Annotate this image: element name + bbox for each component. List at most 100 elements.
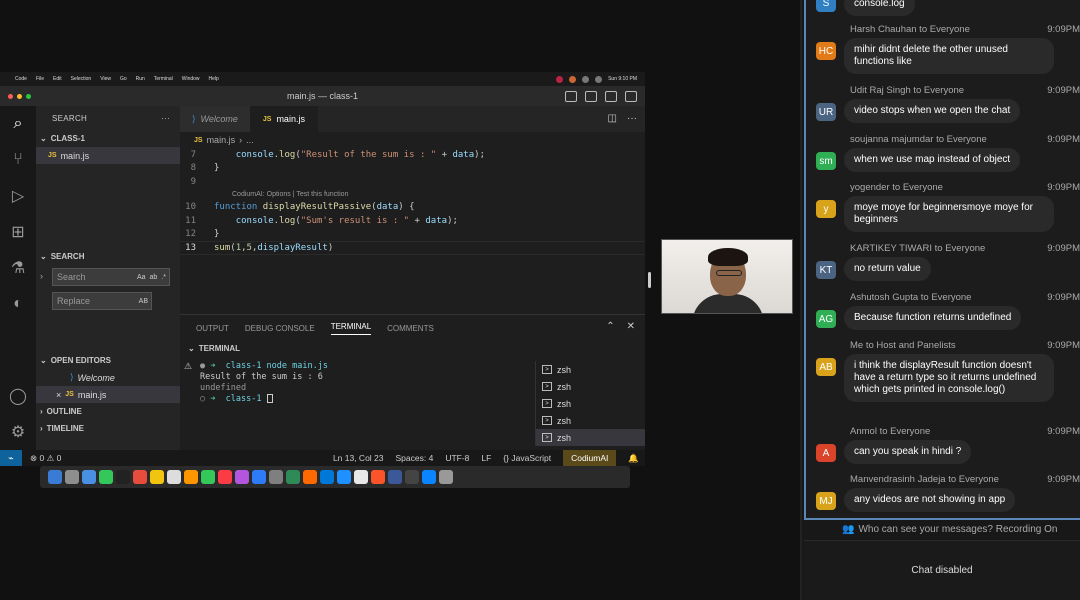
tab-terminal[interactable]: TERMINAL	[330, 322, 372, 335]
breadcrumb-file[interactable]: main.js	[207, 135, 236, 145]
message-bubble[interactable]: video stops when we open the chat	[844, 99, 1021, 123]
appstore-icon[interactable]	[252, 470, 266, 484]
menu-go[interactable]: Go	[120, 76, 127, 82]
chat-messages[interactable]: Sconsole.log HC Harsh Chauhan to Everyone 9…	[804, 0, 1080, 520]
message-bubble[interactable]: moye moye for beginnersmoye moye for beg…	[844, 196, 1054, 232]
safari-icon[interactable]	[82, 470, 96, 484]
facetime-icon[interactable]	[201, 470, 215, 484]
cursor-position[interactable]: Ln 13, Col 23	[333, 453, 384, 463]
message-bubble[interactable]: no return value	[844, 257, 931, 281]
open-editors-section[interactable]: ⌄ OPEN EDITORS	[36, 352, 180, 369]
menu-help[interactable]: Help	[209, 76, 219, 82]
source-control-icon[interactable]: ⑂	[0, 142, 36, 178]
terminal-instance-active[interactable]: > zsh	[536, 429, 645, 446]
outline-section[interactable]: › OUTLINE	[36, 403, 180, 420]
message-bubble[interactable]: console.log	[844, 0, 915, 16]
notifications-bell-icon[interactable]: 🔔	[628, 453, 639, 464]
terminal-instance[interactable]: > zsh	[536, 395, 645, 412]
customize-layout-icon[interactable]	[625, 90, 637, 102]
message-bubble[interactable]: mihir didnt delete the other unused func…	[844, 38, 1054, 74]
launchpad-icon[interactable]	[65, 470, 79, 484]
menu-view[interactable]: View	[100, 76, 111, 82]
search-icon[interactable]: ⌕	[0, 106, 36, 142]
terminal-instance[interactable]: > zsh	[536, 378, 645, 395]
terminal-instance[interactable]: > zsh	[536, 361, 645, 378]
settings-gear-icon[interactable]: ⚙	[0, 414, 36, 450]
close-panel-icon[interactable]: ✕	[627, 321, 635, 332]
app-icon[interactable]	[388, 470, 402, 484]
code-editor[interactable]: 7 console.log("Result of the sum is : " …	[180, 148, 645, 255]
menu-run[interactable]: Run	[136, 76, 145, 82]
terminal-output[interactable]: ● ➜ class-1 node main.js Result of the s…	[200, 361, 530, 405]
remote-icon[interactable]: ⌁	[0, 450, 22, 466]
tab-main-js[interactable]: JS main.js	[250, 106, 318, 132]
menu-code[interactable]: Code	[15, 76, 27, 82]
zoom-icon[interactable]	[337, 470, 351, 484]
replace-input[interactable]: Replace AB	[52, 292, 152, 310]
tab-welcome[interactable]: ⟩ Welcome	[180, 106, 251, 132]
split-editor-icon[interactable]: ◫	[608, 113, 617, 124]
timeline-section[interactable]: › TIMELINE	[36, 420, 180, 437]
menu-edit[interactable]: Edit	[53, 76, 62, 82]
close-icon[interactable]: ×	[56, 390, 61, 400]
chat-visibility-info[interactable]: 👥 Who can see your messages? Recording O…	[802, 520, 1080, 538]
codiumai-icon[interactable]: ◐	[0, 286, 36, 322]
finder-icon[interactable]	[48, 470, 62, 484]
menubar-clock[interactable]: Sun 9:10 PM	[608, 76, 637, 83]
run-debug-icon[interactable]: ▷	[0, 178, 36, 214]
folder-class-1[interactable]: ⌄ CLASS-1	[36, 130, 180, 147]
open-editor-welcome[interactable]: ⟩ Welcome	[36, 369, 180, 386]
match-whole-word-toggle[interactable]: ab	[150, 274, 158, 281]
toggle-secondary-sidebar-icon[interactable]	[605, 90, 617, 102]
search-section[interactable]: ⌄ SEARCH	[36, 248, 180, 265]
settings-icon[interactable]	[269, 470, 283, 484]
codiumai-codelens[interactable]: CodiumAI: Options | Test this function	[180, 189, 645, 201]
file-main-js[interactable]: JS main.js	[36, 147, 180, 164]
menu-selection[interactable]: Selection	[71, 76, 92, 82]
search-icon[interactable]	[595, 75, 603, 83]
notes-icon[interactable]	[150, 470, 164, 484]
trash-icon[interactable]	[439, 470, 453, 484]
toggle-panel-icon[interactable]	[585, 90, 597, 102]
podcasts-icon[interactable]	[235, 470, 249, 484]
tab-debug-console[interactable]: DEBUG CONSOLE	[245, 324, 315, 333]
status-icon[interactable]	[556, 75, 564, 83]
message-bubble[interactable]: can you speak in hindi ?	[844, 440, 972, 464]
codiumai-status[interactable]: CodiumAI	[563, 450, 617, 466]
vscode-app-icon[interactable]	[422, 470, 436, 484]
preserve-case-toggle[interactable]: AB	[139, 298, 148, 305]
more-actions-icon[interactable]: ···	[161, 114, 170, 123]
message-bubble[interactable]: Because function returns undefined	[844, 306, 1022, 330]
account-icon[interactable]: ◯	[0, 378, 36, 414]
toggle-sidebar-icon[interactable]	[565, 90, 577, 102]
breadcrumb-symbol[interactable]: ...	[246, 135, 254, 145]
menu-window[interactable]: Window	[182, 76, 200, 82]
eol-status[interactable]: LF	[481, 453, 491, 463]
brave-icon[interactable]	[371, 470, 385, 484]
message-bubble[interactable]: when we use map instead of object	[844, 148, 1021, 172]
numbers-icon[interactable]	[286, 470, 300, 484]
language-status[interactable]: {} JavaScript	[503, 453, 551, 463]
extensions-icon[interactable]: ⊞	[0, 214, 36, 250]
maximize-panel-icon[interactable]: ⌃	[606, 321, 614, 332]
messages-icon[interactable]	[99, 470, 113, 484]
reminders-icon[interactable]	[167, 470, 181, 484]
menu-terminal[interactable]: Terminal	[154, 76, 173, 82]
open-editor-main-js[interactable]: × JS main.js	[36, 386, 180, 403]
message-bubble[interactable]: any videos are not showing in app	[844, 488, 1016, 512]
match-case-toggle[interactable]: Aa	[137, 274, 146, 281]
testing-icon[interactable]: ⚗	[0, 250, 36, 286]
menu-file[interactable]: File	[36, 76, 44, 82]
music-icon[interactable]	[218, 470, 232, 484]
status-icon[interactable]	[569, 75, 577, 83]
terminal-section[interactable]: ⌄ TERMINAL	[180, 341, 645, 355]
appletv-icon[interactable]	[116, 470, 130, 484]
regex-toggle[interactable]: .*	[161, 274, 166, 281]
wifi-icon[interactable]	[582, 75, 590, 83]
errors-status[interactable]: ⊗ 0 ⚠ 0	[30, 453, 61, 464]
participant-video[interactable]	[661, 239, 793, 314]
toggle-replace-icon[interactable]: ›	[40, 271, 52, 281]
encoding-status[interactable]: UTF-8	[445, 453, 469, 463]
calendar-icon[interactable]	[133, 470, 147, 484]
indentation-status[interactable]: Spaces: 4	[396, 453, 434, 463]
